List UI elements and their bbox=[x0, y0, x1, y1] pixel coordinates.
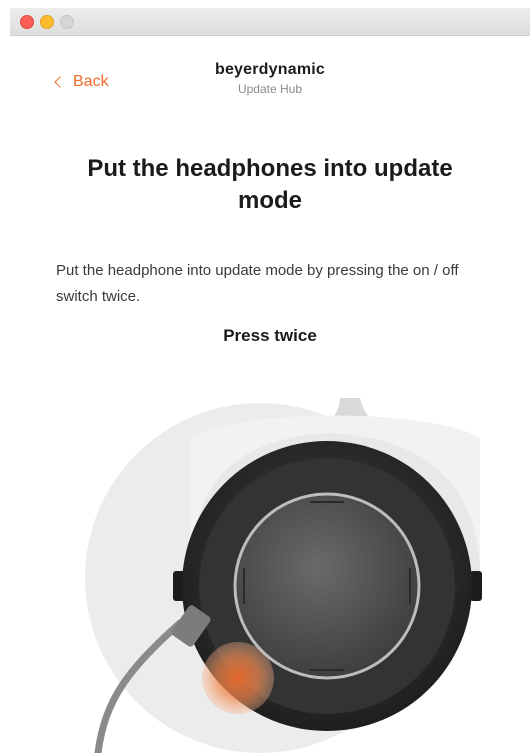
instruction-text: Put the headphone into update mode by pr… bbox=[56, 262, 459, 305]
app-window: Back beyerdynamic Update Hub Put the hea… bbox=[10, 8, 530, 753]
title-bar bbox=[10, 8, 530, 36]
zoom-window-button[interactable] bbox=[60, 15, 74, 29]
headphone-icon bbox=[85, 398, 482, 753]
press-twice-label: Press twice bbox=[223, 326, 317, 345]
minimize-window-button[interactable] bbox=[40, 15, 54, 29]
page-title: Put the headphones into update mode bbox=[87, 155, 453, 214]
close-window-button[interactable] bbox=[20, 15, 34, 29]
brand-header: beyerdynamic Update Hub bbox=[10, 61, 530, 96]
brand-subtitle: Update Hub bbox=[237, 82, 303, 96]
headphone-illustration bbox=[10, 368, 530, 753]
brand-name: beyerdynamic bbox=[214, 61, 325, 78]
